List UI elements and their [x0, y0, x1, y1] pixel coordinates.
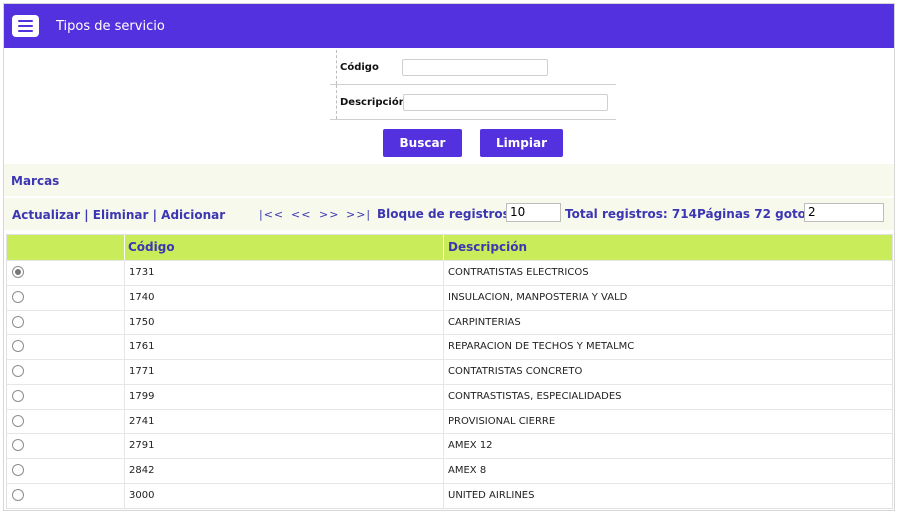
update-link[interactable]: Actualizar [12, 208, 80, 222]
descripcion-input[interactable] [403, 94, 608, 111]
cell-descripcion: UNITED AIRLINES [448, 489, 535, 501]
clear-button[interactable]: Limpiar [480, 129, 563, 157]
cell-codigo: 1771 [129, 366, 155, 377]
table-row[interactable]: 1761 REPARACION DE TECHOS Y METALMC [7, 334, 892, 359]
row-select-radio[interactable] [12, 464, 24, 476]
descripcion-row: Descripción [330, 85, 616, 120]
section-title: Marcas [11, 174, 60, 188]
row-select-radio[interactable] [12, 315, 24, 328]
cell-descripcion: CONTATRISTAS CONCRETO [448, 366, 583, 377]
codigo-input[interactable] [402, 59, 548, 76]
section-header: Marcas [4, 164, 894, 196]
cell-descripcion: CONTRASTISTAS, ESPECIALIDADES [448, 390, 622, 402]
row-select-radio[interactable] [12, 340, 24, 353]
cell-codigo: 1761 [129, 341, 155, 353]
records-toolbar: Actualizar | Eliminar | Adicionar |<< <<… [4, 198, 894, 230]
page-title: Tipos de servicio [56, 19, 165, 34]
app-frame: Tipos de servicio Código Descripción Bus… [3, 3, 895, 511]
cell-descripcion: AMEX 12 [448, 440, 493, 452]
row-select-radio[interactable] [12, 488, 24, 501]
cell-descripcion: CONTRATISTAS ELECTRICOS [448, 267, 589, 278]
column-header-descripcion[interactable]: Descripción [448, 240, 527, 254]
record-actions: Actualizar | Eliminar | Adicionar [12, 208, 225, 222]
cell-codigo: 1750 [129, 316, 155, 328]
table-header: Código Descripción [7, 235, 892, 260]
descripcion-label: Descripción [340, 97, 406, 108]
search-button[interactable]: Buscar [383, 129, 462, 157]
add-link[interactable]: Adicionar [161, 208, 225, 222]
table-row[interactable]: 2791 AMEX 12 [7, 433, 892, 458]
first-page-link[interactable]: |<< [259, 208, 284, 221]
records-table: Código Descripción 1731 CONTRATISTAS ELEC… [6, 234, 893, 509]
row-select-radio[interactable] [12, 365, 24, 377]
row-select-radio[interactable] [12, 266, 24, 278]
table-row[interactable]: 3000 UNITED AIRLINES [7, 482, 892, 508]
column-header-codigo[interactable]: Código [128, 240, 175, 254]
block-size-input[interactable]: 10 [506, 203, 561, 222]
cell-descripcion: AMEX 8 [448, 465, 487, 476]
title-bar: Tipos de servicio [4, 4, 894, 48]
goto-page-input[interactable]: 2 [804, 203, 884, 222]
row-select-radio[interactable] [12, 439, 24, 452]
table-row[interactable]: 2741 PROVISIONAL CIERRE [7, 408, 892, 434]
cell-codigo: 3000 [129, 489, 155, 501]
codigo-label: Código [340, 62, 379, 73]
table-row[interactable]: 1740 INSULACION, MANPOSTERIA Y VALD [7, 284, 892, 310]
total-records-label: Total registros: 714 [565, 207, 697, 221]
block-size-label: Bloque de registros: [377, 207, 515, 221]
table-row[interactable]: 1771 CONTATRISTAS CONCRETO [7, 359, 892, 384]
row-select-radio[interactable] [12, 389, 24, 402]
table-row[interactable]: 1750 CARPINTERIAS [7, 309, 892, 335]
cell-codigo: 2741 [129, 415, 155, 427]
row-select-radio[interactable] [12, 290, 24, 303]
table-row[interactable]: 1731 CONTRATISTAS ELECTRICOS [7, 260, 892, 285]
separator: | [152, 208, 157, 222]
cell-descripcion: PROVISIONAL CIERRE [448, 415, 556, 427]
cell-codigo: 2791 [129, 440, 155, 452]
cell-codigo: 1740 [129, 291, 155, 303]
prev-page-link[interactable]: << [291, 208, 311, 221]
table-body: 1731 CONTRATISTAS ELECTRICOS 1740 INSULACIO… [7, 260, 892, 508]
cell-codigo: 2842 [129, 465, 155, 476]
filter-form: Código Descripción [330, 50, 616, 120]
cell-codigo: 1799 [129, 390, 155, 402]
cell-descripcion: CARPINTERIAS [448, 316, 521, 328]
table-row[interactable]: 2842 AMEX 8 [7, 458, 892, 483]
next-page-link[interactable]: >> [319, 208, 339, 221]
row-select-radio[interactable] [12, 414, 24, 427]
last-page-link[interactable]: >>| [346, 208, 371, 221]
codigo-row: Código [330, 50, 616, 85]
cell-codigo: 1731 [129, 267, 155, 278]
table-row[interactable]: 1799 CONTRASTISTAS, ESPECIALIDADES [7, 383, 892, 409]
cell-descripcion: REPARACION DE TECHOS Y METALMC [448, 341, 635, 353]
delete-link[interactable]: Eliminar [93, 208, 149, 222]
pages-label: Páginas 72 goto: [697, 207, 811, 221]
list-window-icon [12, 15, 39, 37]
cell-descripcion: INSULACION, MANPOSTERIA Y VALD [448, 291, 628, 303]
separator: | [84, 208, 89, 222]
